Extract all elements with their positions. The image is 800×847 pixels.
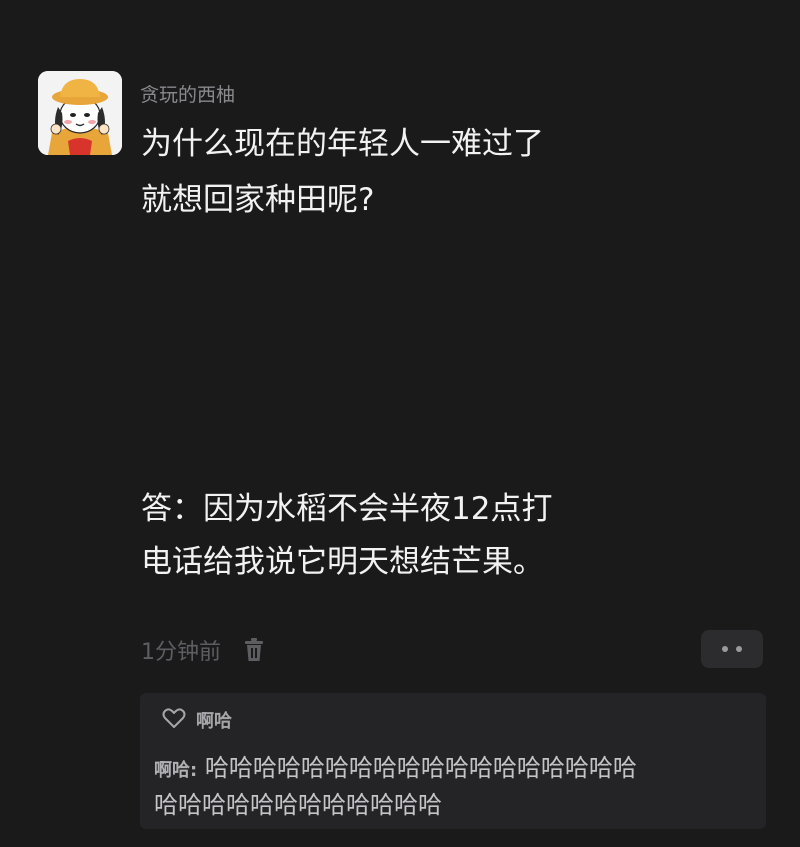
post-username[interactable]: 贪玩的西柚 xyxy=(140,80,235,107)
reply-comment[interactable]: 啊哈: 哈哈哈哈哈哈哈哈哈哈哈哈哈哈哈哈哈哈 哈哈哈哈哈哈哈哈哈哈哈哈 xyxy=(154,751,754,822)
reply-author[interactable]: 啊哈: xyxy=(154,760,197,781)
post-screen: 贪玩的西柚 为什么现在的年轻人一难过了 就想回家种田呢? 答：因为水稻不会半夜1… xyxy=(0,0,800,847)
like-row[interactable]: 啊哈 xyxy=(162,707,232,733)
reply-line: 啊哈: 哈哈哈哈哈哈哈哈哈哈哈哈哈哈哈哈哈哈 xyxy=(154,751,754,788)
liker-name[interactable]: 啊哈 xyxy=(196,707,232,733)
post-question: 为什么现在的年轻人一难过了 就想回家种田呢? xyxy=(141,116,701,228)
trash-icon[interactable] xyxy=(243,638,265,662)
more-dots-icon xyxy=(736,646,742,652)
more-dots-icon xyxy=(722,646,728,652)
post-answer: 答：因为水稻不会半夜12点打 电话给我说它明天想结芒果。 xyxy=(141,483,761,589)
post-question-line: 为什么现在的年轻人一难过了 xyxy=(141,126,544,162)
post-answer-line: 答：因为水稻不会半夜12点打 xyxy=(141,491,553,527)
reply-text: 哈哈哈哈哈哈哈哈哈哈哈哈哈哈哈哈哈哈 xyxy=(204,754,637,782)
avatar-illustration xyxy=(38,71,122,155)
user-avatar[interactable] xyxy=(38,71,122,155)
heart-icon[interactable] xyxy=(162,707,186,733)
post-meta: 1分钟前 xyxy=(141,634,265,666)
post-question-line: 就想回家种田呢? xyxy=(141,182,375,218)
post-timestamp: 1分钟前 xyxy=(141,640,221,665)
more-button[interactable] xyxy=(701,630,763,668)
reply-line: 哈哈哈哈哈哈哈哈哈哈哈哈 xyxy=(154,791,442,819)
post-answer-line: 电话给我说它明天想结芒果。 xyxy=(141,544,544,580)
comment-section: 啊哈 啊哈: 哈哈哈哈哈哈哈哈哈哈哈哈哈哈哈哈哈哈 哈哈哈哈哈哈哈哈哈哈哈哈 xyxy=(140,693,766,829)
